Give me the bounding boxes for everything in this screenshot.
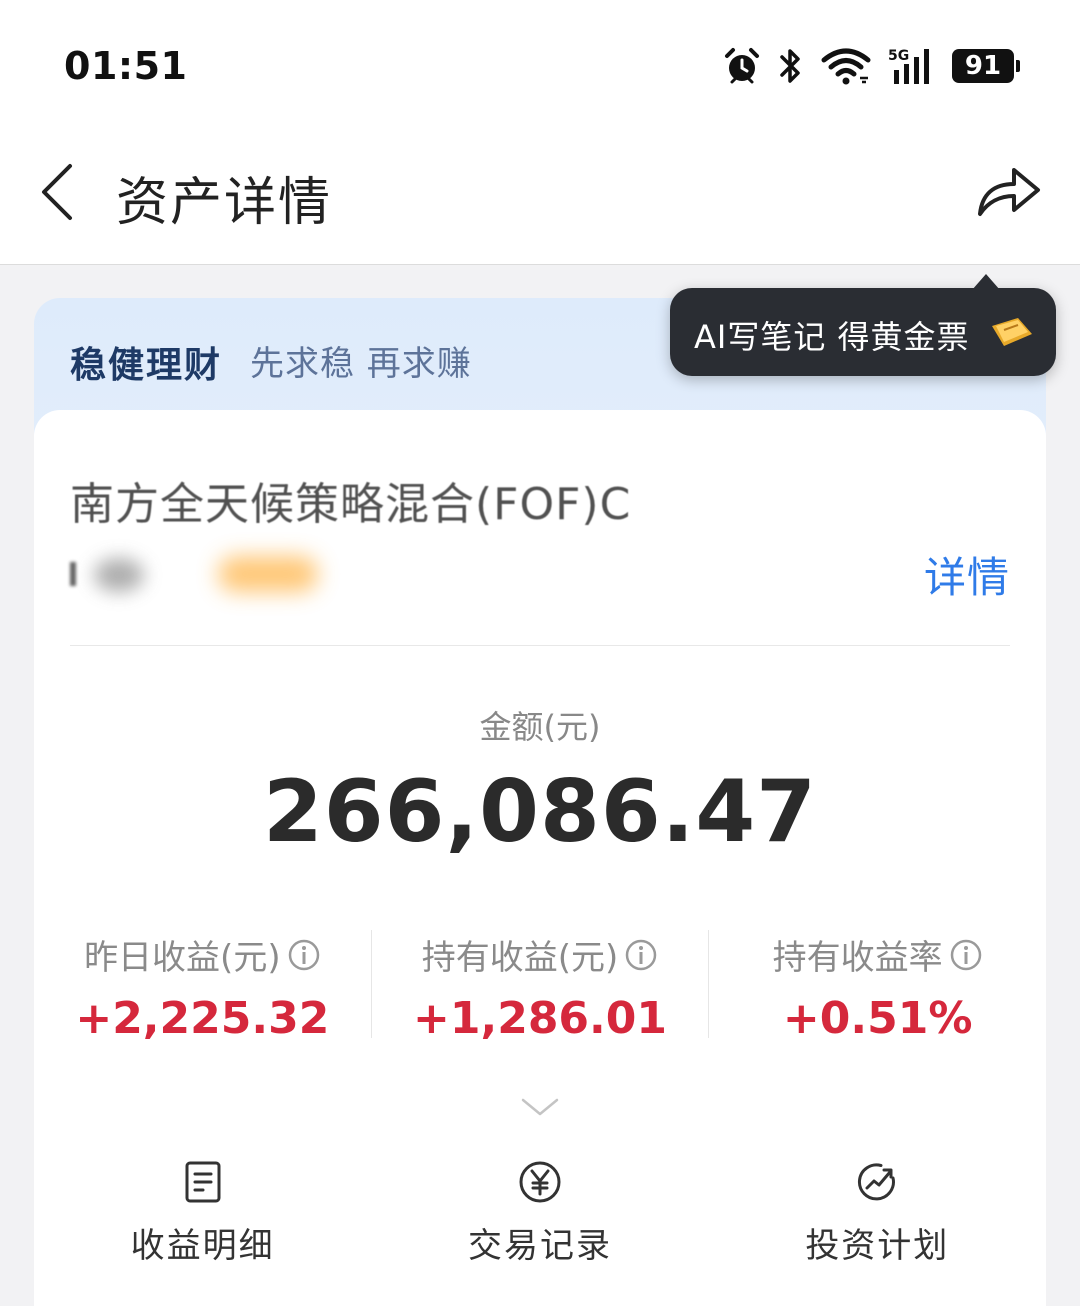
asset-card: 稳健理财 先求稳 再求赚 南方全天候策略混合(FOF)C 详情 金额(元) 26… [34,298,1046,1306]
gold-ticket-icon [992,318,1032,346]
ai-notes-tooltip[interactable]: AI写笔记 得黄金票 [670,274,1056,376]
action-label: 收益明细 [130,1226,275,1266]
battery-icon: 91 [952,49,1020,83]
signal-icon: 5G [888,48,929,84]
alarm-icon [725,48,759,84]
action-investment-plan[interactable]: 投资计划 [709,1160,1046,1267]
action-label: 交易记录 [467,1226,612,1266]
wifi-icon [821,48,871,85]
status-icons: 5G 91 [722,44,1020,88]
info-icon[interactable] [287,938,321,972]
divider [70,645,1010,646]
nav-bar: 资产详情 [0,130,1080,265]
stat-holding-earnings: 持有收益(元) +1,286.01 [370,930,709,1044]
network-label: 5G [888,48,909,64]
fund-card: 南方全天候策略混合(FOF)C 详情 金额(元) 266,086.47 昨日收益… [34,410,1046,1306]
fund-detail-link[interactable]: 详情 [924,544,1010,605]
stat-value: +2,225.32 [75,993,330,1044]
trend-icon [858,1163,896,1201]
stat-label: 昨日收益(元) [84,938,281,978]
info-icon[interactable] [949,938,983,972]
stat-label: 持有收益率 [772,938,943,978]
document-icon [185,1161,221,1203]
status-bar: 01:51 5G 91 [0,0,1080,130]
status-time: 01:51 [64,44,188,88]
stat-yesterday-earnings: 昨日收益(元) +2,225.32 [34,930,371,1044]
action-transaction-records[interactable]: 交易记录 [371,1160,708,1267]
banner-subtitle: 先求稳 再求赚 [250,344,472,384]
stat-label: 持有收益(元) [421,938,619,978]
stat-holding-return-rate: 持有收益率 +0.51% [708,930,1046,1044]
amount-value: 266,086.47 [262,762,818,862]
battery-level: 91 [964,51,1002,81]
stats-row: 昨日收益(元) +2,225.32 持有收益(元) +1,286.01 持有收益… [34,930,1046,1044]
yuan-icon [519,1161,561,1203]
tooltip-text: AI写笔记 得黄金票 [694,318,970,356]
chevron-down-icon[interactable] [520,1096,560,1118]
fund-code-redacted [70,550,330,598]
info-icon[interactable] [624,938,658,972]
action-row: 收益明细 交易记录 投资计划 [34,1160,1046,1267]
fund-name: 南方全天候策略混合(FOF)C [70,479,632,530]
action-label: 投资计划 [805,1226,950,1266]
action-earnings-detail[interactable]: 收益明细 [34,1160,371,1267]
stat-value: +1,286.01 [413,993,667,1044]
share-icon[interactable] [974,158,1046,222]
banner-title: 稳健理财 [70,345,223,386]
amount-label: 金额(元) [479,708,601,746]
chevron-left-icon[interactable] [36,160,80,224]
page-title: 资产详情 [116,173,333,233]
bluetooth-icon [780,49,800,83]
stat-value: +0.51% [782,993,973,1044]
